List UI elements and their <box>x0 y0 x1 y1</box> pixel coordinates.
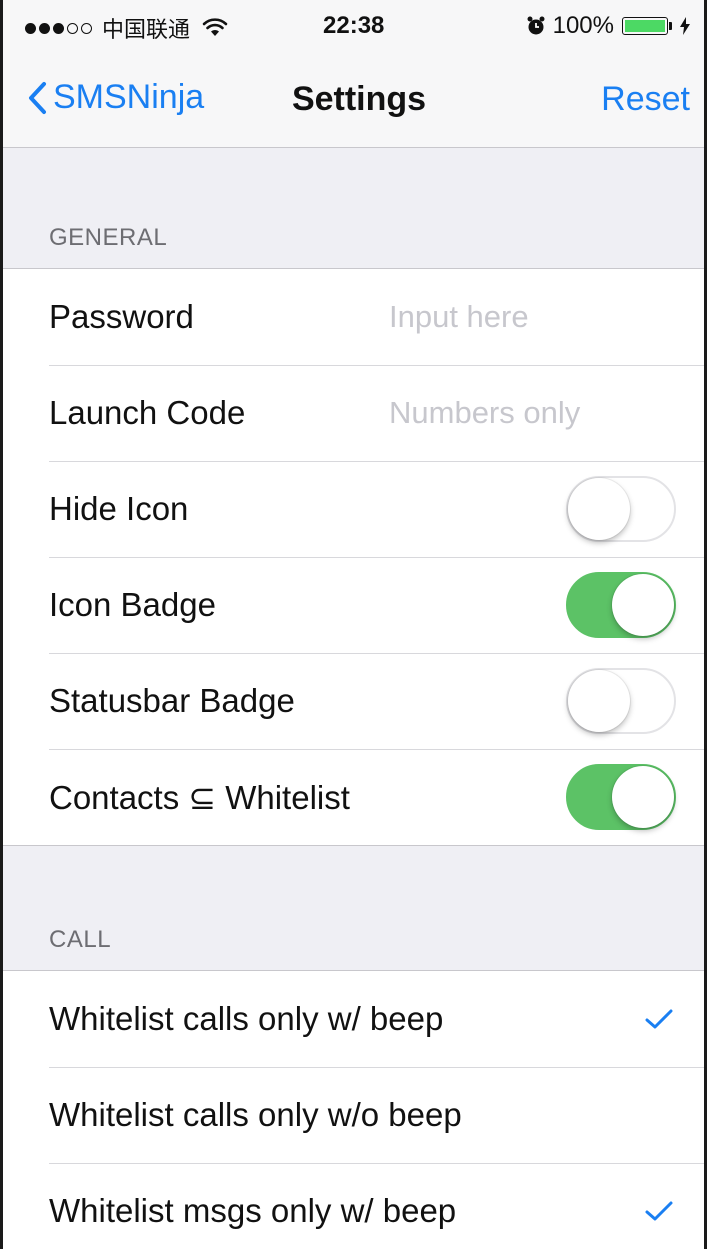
status-bar: 中国联通 22:38 100% <box>3 0 704 56</box>
signal-carrier: 中国联通 <box>25 12 228 44</box>
statusbar-badge-toggle[interactable] <box>566 668 676 734</box>
statusbar-badge-row: Statusbar Badge <box>3 653 704 749</box>
call-option-label: Whitelist msgs only w/ beep <box>49 1192 457 1229</box>
alarm-clock-icon <box>527 16 545 35</box>
contacts-whitelist-label: Contacts ⊆ Whitelist <box>49 778 350 816</box>
password-label: Password <box>49 298 194 335</box>
status-right: 100% <box>527 12 690 40</box>
status-time: 22:38 <box>323 12 385 39</box>
checkmark-icon <box>645 1009 673 1029</box>
general-group: Password Input here Launch Code Numbers … <box>3 268 704 846</box>
checkmark-icon <box>645 1201 673 1221</box>
carrier-name: 中国联通 <box>102 17 191 42</box>
launch-code-row[interactable]: Launch Code Numbers only <box>3 365 704 461</box>
hide-icon-row: Hide Icon <box>3 461 704 557</box>
call-option-row[interactable]: Whitelist calls only w/o beep <box>3 1067 704 1163</box>
section-header-general: GENERAL <box>49 224 168 251</box>
hide-icon-label: Hide Icon <box>49 490 189 527</box>
reset-button[interactable]: Reset <box>601 80 690 119</box>
page-title: Settings <box>291 80 427 118</box>
contacts-whitelist-toggle[interactable] <box>566 764 676 830</box>
icon-badge-label: Icon Badge <box>49 586 216 623</box>
password-input[interactable]: Input here <box>389 299 529 335</box>
wifi-icon <box>202 18 228 36</box>
call-option-row[interactable]: Whitelist calls only w/ beep <box>3 971 704 1067</box>
section-header-call: CALL <box>49 926 112 953</box>
navigation-bar: SMSNinja Settings Reset <box>3 56 704 148</box>
icon-badge-row: Icon Badge <box>3 557 704 653</box>
call-group: Whitelist calls only w/ beep Whitelist c… <box>3 970 704 1249</box>
hide-icon-toggle[interactable] <box>566 476 676 542</box>
icon-badge-toggle[interactable] <box>566 572 676 638</box>
launch-code-label: Launch Code <box>49 394 246 431</box>
charging-bolt-icon <box>680 17 690 35</box>
call-option-row[interactable]: Whitelist msgs only w/ beep <box>3 1163 704 1249</box>
battery-icon <box>622 17 672 35</box>
launch-code-input[interactable]: Numbers only <box>389 395 580 431</box>
password-row[interactable]: Password Input here <box>3 269 704 365</box>
call-option-label: Whitelist calls only w/ beep <box>49 1000 444 1037</box>
phone-screen: 中国联通 22:38 100% SMSNinja Settings Reset … <box>0 0 707 1249</box>
signal-strength-icon <box>25 22 92 34</box>
contacts-whitelist-row: Contacts ⊆ Whitelist <box>3 749 704 845</box>
statusbar-badge-label: Statusbar Badge <box>49 682 295 719</box>
battery-percent: 100% <box>552 12 614 39</box>
call-option-label: Whitelist calls only w/o beep <box>49 1096 462 1133</box>
